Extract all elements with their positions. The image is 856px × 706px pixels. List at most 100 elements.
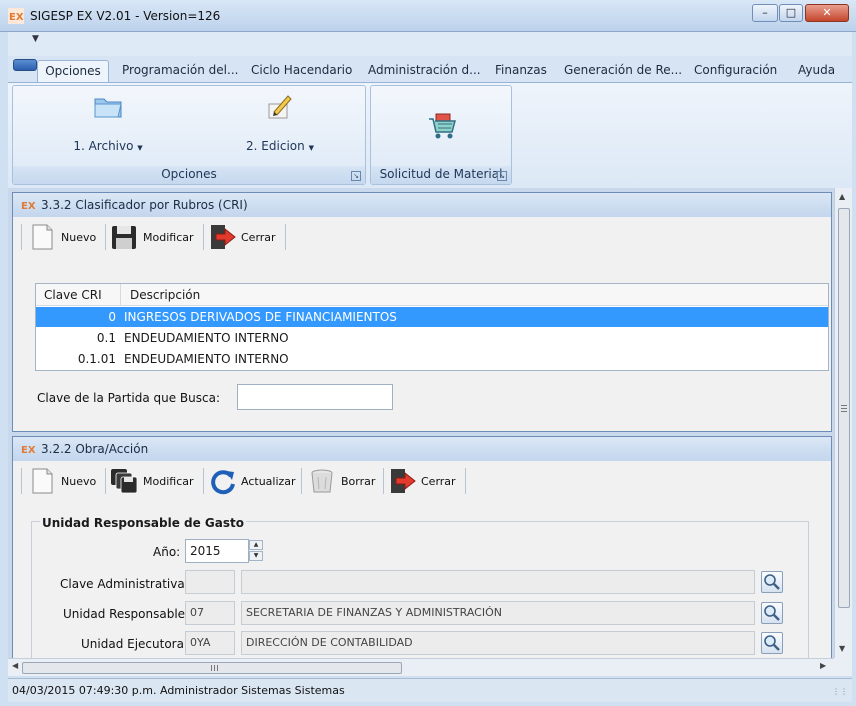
cell-descripcion: ENDEUDAMIENTO INTERNO bbox=[124, 352, 289, 366]
title-bar[interactable]: EX SIGESP EX V2.01 - Version=126 – □ ✕ bbox=[0, 0, 856, 32]
dialog-launcher-icon[interactable]: ↘ bbox=[351, 171, 361, 181]
unidad-responsable-label: Unidad Responsable: bbox=[63, 607, 190, 621]
svg-text:EX: EX bbox=[21, 445, 36, 456]
obra-borrar-label: Borrar bbox=[341, 474, 376, 488]
tab-opciones[interactable]: Opciones bbox=[37, 60, 109, 82]
tab-finanzas[interactable]: Finanzas bbox=[495, 60, 547, 82]
obra-actualizar-button[interactable]: Actualizar bbox=[207, 465, 296, 497]
cri-window: EX 3.3.2 Clasificador por Rubros (CRI) N… bbox=[12, 192, 832, 432]
resize-grip-icon[interactable]: ⋮⋮ bbox=[832, 687, 848, 696]
status-text: 04/03/2015 07:49:30 p.m. Administrador S… bbox=[12, 684, 345, 697]
ribbon-tabs: Opciones Programación del... Ciclo Hacen… bbox=[8, 56, 852, 82]
section-title: Unidad Responsable de Gasto bbox=[40, 516, 246, 530]
dialog-launcher-icon[interactable]: ↘ bbox=[497, 171, 507, 181]
table-row[interactable]: 0 INGRESOS DERIVADOS DE FINANCIAMIENTOS bbox=[36, 307, 828, 327]
obra-modificar-label: Modificar bbox=[143, 474, 194, 488]
cell-clave: 0 bbox=[108, 310, 116, 324]
save-disk-icon bbox=[112, 226, 136, 249]
table-row[interactable]: 0.1 ENDEUDAMIENTO INTERNO bbox=[36, 328, 828, 348]
table-row[interactable]: 0.1.01 ENDEUDAMIENTO INTERNO bbox=[36, 349, 828, 369]
cell-clave: 0.1.01 bbox=[77, 352, 116, 366]
new-document-icon bbox=[32, 224, 53, 250]
unidad-ejecutora-code-field[interactable]: 0YA bbox=[185, 631, 235, 655]
obra-nuevo-button[interactable]: Nuevo bbox=[27, 465, 96, 497]
unidad-ejecutora-desc-field: DIRECCIÓN DE CONTABILIDAD bbox=[241, 631, 755, 655]
vertical-scroll-thumb[interactable] bbox=[838, 208, 850, 608]
customize-qat-icon[interactable]: ▼ bbox=[32, 34, 39, 44]
scroll-left-icon[interactable]: ◀ bbox=[12, 661, 18, 670]
anio-input[interactable]: 2015 bbox=[185, 539, 249, 563]
obra-borrar-button[interactable]: Borrar bbox=[307, 465, 375, 497]
tab-ciclo-hacendario[interactable]: Ciclo Hacendario bbox=[251, 60, 352, 82]
scroll-down-icon[interactable]: ▼ bbox=[839, 644, 845, 653]
close-button[interactable]: ✕ bbox=[805, 4, 849, 22]
obra-window-titlebar[interactable]: EX 3.2.2 Obra/Acción bbox=[13, 437, 831, 461]
tab-generacion[interactable]: Generación de Re... bbox=[564, 60, 682, 82]
tab-administracion[interactable]: Administración d... bbox=[368, 60, 481, 82]
archivo-button[interactable]: 1. Archivo ▼ bbox=[63, 90, 153, 153]
unidad-responsable-search-button[interactable] bbox=[761, 602, 783, 624]
folder-icon bbox=[94, 98, 122, 118]
status-bar: 04/03/2015 07:49:30 p.m. Administrador S… bbox=[8, 678, 852, 702]
svg-text:EX: EX bbox=[21, 201, 36, 212]
svg-text:EX: EX bbox=[9, 12, 24, 23]
toolbar-separator bbox=[21, 224, 22, 250]
vertical-scrollbar[interactable]: ▲ ▼ bbox=[834, 188, 852, 658]
obra-nuevo-label: Nuevo bbox=[61, 474, 97, 488]
refresh-icon bbox=[211, 470, 235, 495]
cri-window-titlebar[interactable]: EX 3.3.2 Clasificador por Rubros (CRI) bbox=[13, 193, 831, 217]
clave-admin-search-button[interactable] bbox=[761, 571, 783, 593]
minimize-button[interactable]: – bbox=[752, 4, 778, 22]
clave-admin-desc-field bbox=[241, 570, 755, 594]
search-input[interactable] bbox=[237, 384, 393, 410]
scroll-right-icon[interactable]: ▶ bbox=[820, 661, 826, 670]
anio-spin-down[interactable]: ▼ bbox=[249, 551, 263, 561]
mdi-workspace: EX 3.3.2 Clasificador por Rubros (CRI) N… bbox=[8, 188, 834, 658]
unidad-responsable-desc-field: SECRETARIA DE FINANZAS Y ADMINISTRACIÓN bbox=[241, 601, 755, 625]
cri-nuevo-button[interactable]: Nuevo bbox=[27, 221, 96, 253]
scroll-up-icon[interactable]: ▲ bbox=[839, 192, 845, 201]
column-header-descripcion[interactable]: Descripción bbox=[130, 288, 200, 302]
horizontal-scrollbar[interactable]: ◀ ▶ bbox=[8, 658, 834, 676]
unidad-responsable-code-field[interactable]: 07 bbox=[185, 601, 235, 625]
magnifier-icon bbox=[764, 574, 780, 590]
cell-descripcion: INGRESOS DERIVADOS DE FINANCIAMIENTOS bbox=[124, 310, 397, 324]
tab-configuracion[interactable]: Configuración bbox=[694, 60, 777, 82]
new-document-icon bbox=[32, 468, 53, 494]
cri-modificar-button[interactable]: Modificar bbox=[109, 221, 194, 253]
unidad-ejecutora-search-button[interactable] bbox=[761, 632, 783, 654]
obra-window: EX 3.2.2 Obra/Acción Nuevo Modificar Act… bbox=[12, 436, 832, 658]
archivo-label: 1. Archivo bbox=[73, 139, 134, 153]
cri-cerrar-label: Cerrar bbox=[241, 230, 276, 244]
edit-pencil-icon bbox=[268, 95, 292, 119]
ribbon-group-label-opciones: Opciones bbox=[13, 166, 365, 184]
exit-door-icon bbox=[391, 469, 416, 493]
application-menu-button[interactable] bbox=[13, 59, 37, 71]
column-divider bbox=[120, 284, 121, 306]
obra-modificar-button[interactable]: Modificar bbox=[109, 465, 194, 497]
solicitud-material-button[interactable] bbox=[425, 110, 459, 145]
maximize-button[interactable]: □ bbox=[779, 4, 803, 22]
cri-cerrar-button[interactable]: Cerrar bbox=[207, 221, 276, 253]
horizontal-scroll-thumb[interactable] bbox=[22, 662, 402, 674]
toolbar-separator bbox=[285, 224, 286, 250]
tab-programacion[interactable]: Programación del... bbox=[122, 60, 238, 82]
anio-spin-up[interactable]: ▲ bbox=[249, 540, 263, 550]
scroll-corner bbox=[834, 658, 852, 676]
column-header-clave[interactable]: Clave CRI bbox=[44, 288, 102, 302]
clave-admin-label: Clave Administrativa: bbox=[60, 577, 189, 591]
quick-access-toolbar: ▼ bbox=[8, 32, 852, 56]
app-logo-icon: EX bbox=[21, 445, 36, 456]
cell-descripcion: ENDEUDAMIENTO INTERNO bbox=[124, 331, 289, 345]
obra-cerrar-label: Cerrar bbox=[421, 474, 456, 488]
save-multiple-icon bbox=[111, 469, 138, 494]
tab-ayuda[interactable]: Ayuda bbox=[798, 60, 835, 82]
cri-grid[interactable]: Clave CRI Descripción 0 INGRESOS DERIVAD… bbox=[35, 283, 829, 371]
clave-admin-code-field[interactable] bbox=[185, 570, 235, 594]
toolbar-separator bbox=[105, 224, 106, 250]
edicion-button[interactable]: 2. Edicion ▼ bbox=[235, 90, 325, 153]
toolbar-separator bbox=[21, 468, 22, 494]
app-logo-icon: EX bbox=[21, 201, 36, 212]
anio-label: Año: bbox=[153, 545, 181, 559]
obra-cerrar-button[interactable]: Cerrar bbox=[387, 465, 456, 497]
